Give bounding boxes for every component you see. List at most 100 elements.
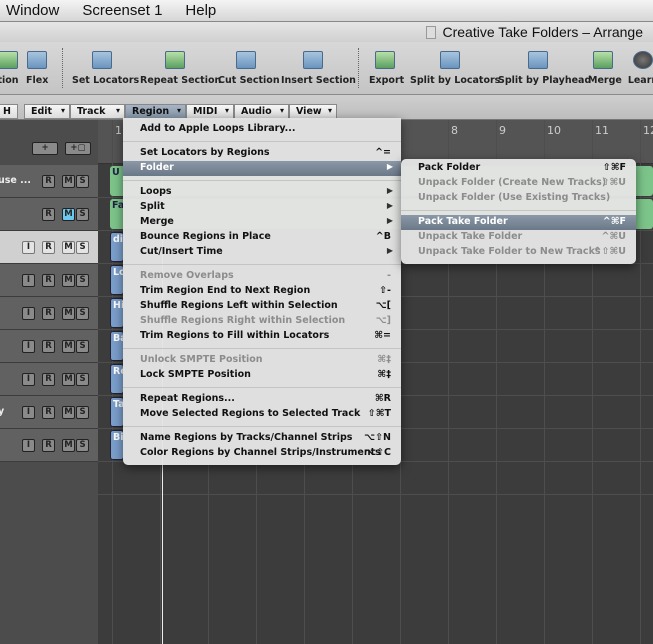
solo-button[interactable]: S [76,406,89,419]
local-menu-audio[interactable]: Audio ▾ [234,104,289,119]
track-header[interactable]: IRMS [0,297,98,330]
menu-item-folder[interactable]: Folder ▶ [123,161,401,176]
toolbar-learn-knob-button[interactable]: Learn [626,48,653,86]
mute-button[interactable]: M [62,274,75,287]
toolbar-automation-button[interactable]: tion [0,48,28,86]
track-header[interactable]: IRMS [0,429,98,462]
region[interactable]: Ta [110,397,124,427]
menu-item-unpack-take-folder-to-new-tracks[interactable]: Unpack Take Folder to New Tracks ^⇧⌘U [401,245,636,260]
local-menu-view[interactable]: View ▾ [289,104,337,119]
region[interactable]: Ba [110,331,124,361]
solo-button[interactable]: S [76,373,89,386]
menu-item-merge[interactable]: Merge ▶ [123,215,401,230]
menu-item-trim-regions-to-fill-within-locators[interactable]: Trim Regions to Fill within Locators ⌘= [123,329,401,344]
solo-button[interactable]: S [76,241,89,254]
menu-item-name-regions-by-tracks-channel-strips[interactable]: Name Regions by Tracks/Channel Strips ⌥⇧N [123,431,401,446]
menu-item-remove-overlaps[interactable]: Remove Overlaps - [123,269,401,284]
menu-item-trim-region-end-to-next-region[interactable]: Trim Region End to Next Region ⇧- [123,284,401,299]
record-enable-button[interactable]: R [42,175,55,188]
mute-button[interactable]: M [62,373,75,386]
input-monitor-button[interactable]: I [22,274,35,287]
menu-item-unpack-folder-use-existing-tracks[interactable]: Unpack Folder (Use Existing Tracks) [401,191,636,206]
mute-button[interactable]: M [62,175,75,188]
solo-button[interactable]: S [76,274,89,287]
record-enable-button[interactable]: R [42,241,55,254]
toolbar-merge-button[interactable]: Merge [588,48,622,86]
menu-item-bounce-regions-in-place[interactable]: Bounce Regions in Place ^B [123,230,401,245]
menu-item-set-locators-by-regions[interactable]: Set Locators by Regions ^= [123,146,401,161]
local-h-button[interactable]: H [0,104,18,119]
menu-item-move-selected-regions-to-selected-track[interactable]: Move Selected Regions to Selected Track ⇧… [123,407,401,422]
menu-help[interactable]: Help [171,0,225,21]
input-monitor-button[interactable]: I [22,307,35,320]
local-menu-midi[interactable]: MIDI ▾ [186,104,234,119]
mute-button[interactable]: M [62,208,75,221]
menu-window[interactable]: Window [0,0,68,21]
record-enable-button[interactable]: R [42,307,55,320]
menu-item-loops[interactable]: Loops ▶ [123,185,401,200]
toolbar-split-playhead-button[interactable]: Split by Playhead [498,48,591,86]
solo-button[interactable]: S [76,307,89,320]
solo-button[interactable]: S [76,340,89,353]
input-monitor-button[interactable]: I [22,241,35,254]
menu-item-shuffle-regions-left-within-selection[interactable]: Shuffle Regions Left within Selection ⌥[ [123,299,401,314]
mute-button[interactable]: M [62,340,75,353]
menu-item-cut-insert-time[interactable]: Cut/Insert Time ▶ [123,245,401,260]
local-menu-track[interactable]: Track ▾ [70,104,125,119]
track-header[interactable]: y IRMS [0,396,98,429]
input-monitor-button[interactable]: I [22,340,35,353]
region[interactable]: Lo [110,265,124,295]
menu-item-lock-smpte-position[interactable]: Lock SMPTE Position ⌘‡ [123,368,401,383]
menu-item-repeat-regions[interactable]: Repeat Regions... ⌘R [123,392,401,407]
local-menu-edit[interactable]: Edit ▾ [24,104,70,119]
region[interactable]: di [110,232,124,262]
mute-button[interactable]: M [62,406,75,419]
track-header[interactable]: use ... R M S [0,165,98,198]
toolbar-insert-section-button[interactable]: Insert Section [281,48,356,86]
record-enable-button[interactable]: R [42,406,55,419]
toolbar-export-button[interactable]: Export [369,48,404,86]
track-header[interactable]: IRMS [0,231,98,264]
mute-button[interactable]: M [62,241,75,254]
input-monitor-button[interactable]: I [22,439,35,452]
menu-screenset[interactable]: Screenset 1 [68,0,171,21]
track-header[interactable]: RMS [0,198,98,231]
record-enable-button[interactable]: R [42,340,55,353]
menu-item-pack-folder[interactable]: Pack Folder ⇧⌘F [401,161,636,176]
region[interactable]: Bi [110,430,124,460]
menu-item-unlock-smpte-position[interactable]: Unlock SMPTE Position ⌘‡ [123,353,401,368]
record-enable-button[interactable]: R [42,208,55,221]
add-folder-button[interactable]: +▢ [65,142,91,155]
input-monitor-button[interactable]: I [22,406,35,419]
submenu-arrow-icon: ▶ [386,186,393,195]
mute-button[interactable]: M [62,439,75,452]
toolbar-set-locators-button[interactable]: Set Locators [72,48,139,86]
record-enable-button[interactable]: R [42,439,55,452]
menu-item-shuffle-regions-right-within-selection[interactable]: Shuffle Regions Right within Selection ⌥] [123,314,401,329]
menu-separator [123,264,401,265]
toolbar-split-locators-button[interactable]: Split by Locators [410,48,500,86]
track-header[interactable]: IRMS [0,264,98,297]
toolbar-flex-button[interactable]: Flex [26,48,48,86]
menu-item-color-regions-by-channel-strips-instruments[interactable]: Color Regions by Channel Strips/Instrume… [123,446,401,461]
local-menu-region[interactable]: Region ▾ [125,104,186,119]
menu-item-split[interactable]: Split ▶ [123,200,401,215]
track-header[interactable]: IRMS [0,363,98,396]
solo-button[interactable]: S [76,208,89,221]
mute-button[interactable]: M [62,307,75,320]
region[interactable]: Hi [110,298,124,328]
add-track-button[interactable]: + [32,142,58,155]
region[interactable]: Re [110,364,124,394]
track-header[interactable]: IRMS [0,330,98,363]
input-monitor-button[interactable]: I [22,373,35,386]
toolbar-cut-section-button[interactable]: Cut Section [218,48,280,86]
solo-button[interactable]: S [76,439,89,452]
menu-item-unpack-take-folder[interactable]: Unpack Take Folder ^⌘U [401,230,636,245]
record-enable-button[interactable]: R [42,274,55,287]
menu-item-unpack-folder-create-new-tracks[interactable]: Unpack Folder (Create New Tracks) ⇧⌘U [401,176,636,191]
toolbar-repeat-section-button[interactable]: Repeat Section [140,48,221,86]
menu-item-add-to-apple-loops-library[interactable]: Add to Apple Loops Library... [123,122,401,137]
menu-item-pack-take-folder[interactable]: Pack Take Folder ^⌘F [401,215,636,230]
solo-button[interactable]: S [76,175,89,188]
record-enable-button[interactable]: R [42,373,55,386]
